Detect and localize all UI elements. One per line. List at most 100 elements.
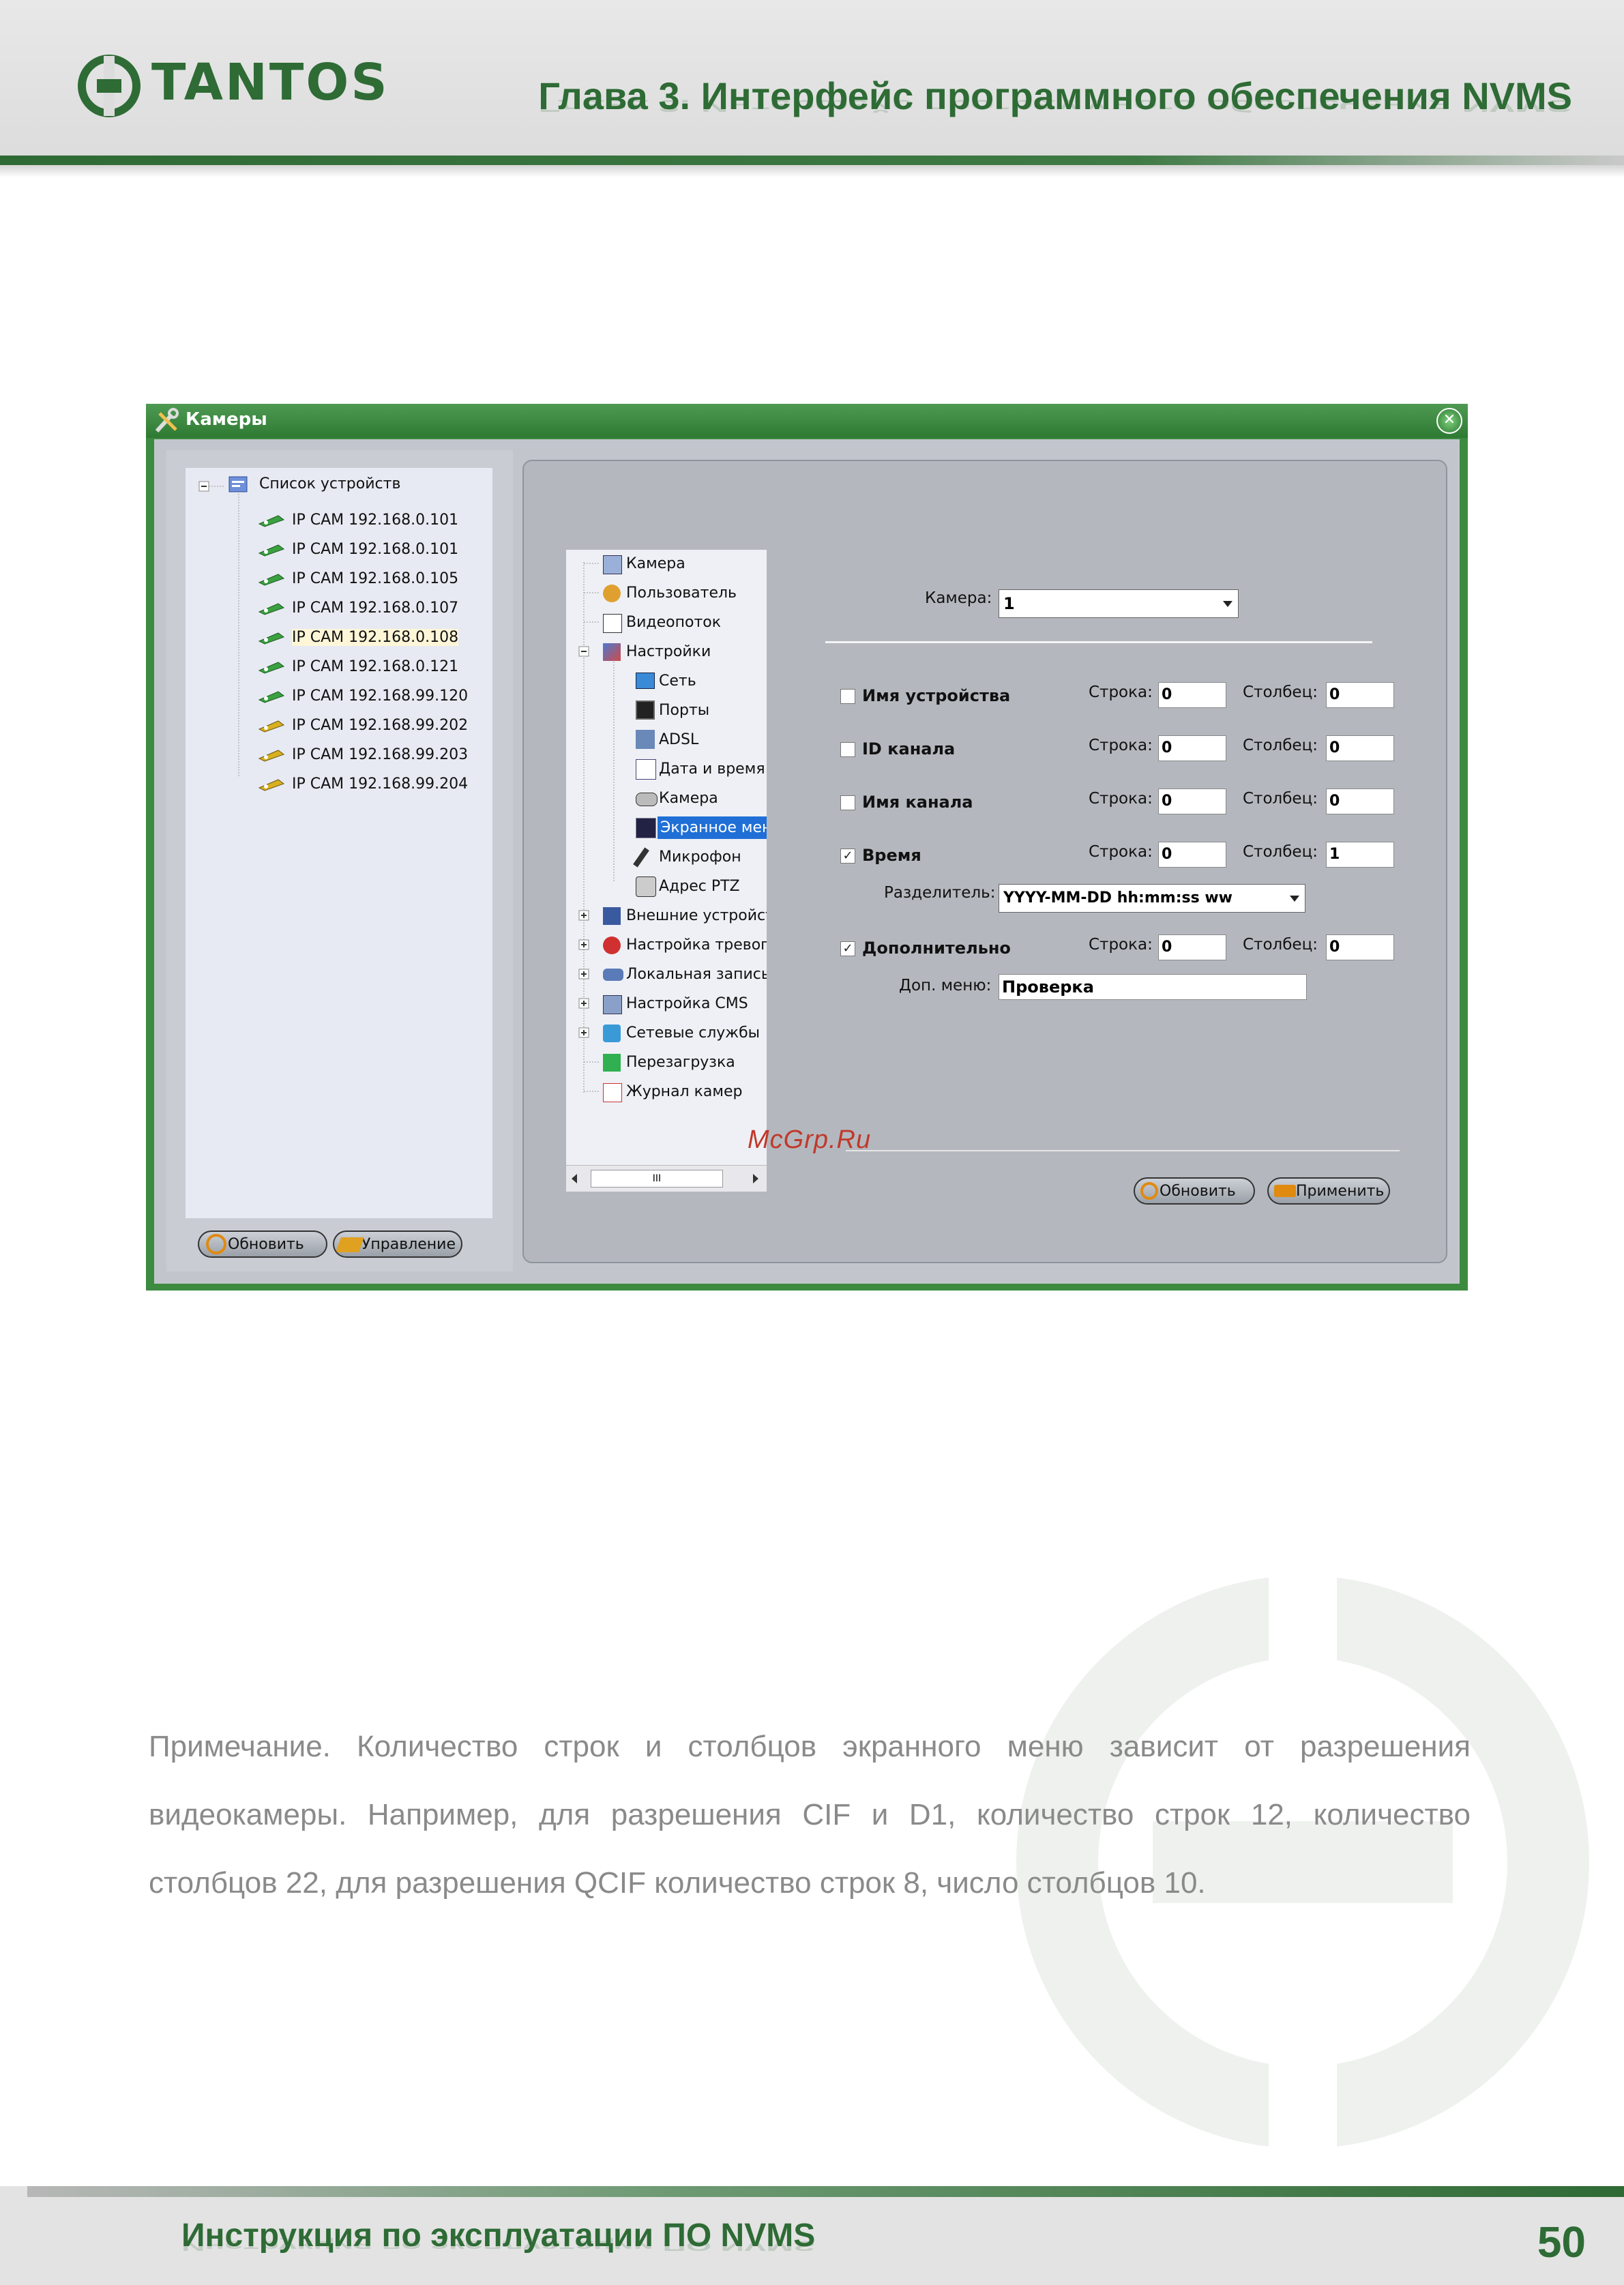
extra-checkbox[interactable]: ✓ bbox=[840, 941, 855, 956]
extra-label: Дополнительно bbox=[862, 939, 1011, 958]
alarm-icon bbox=[603, 937, 621, 954]
device-label: IP CAM 192.168.99.120 bbox=[292, 688, 469, 705]
tree-item-stream[interactable]: Видеопоток bbox=[603, 608, 767, 636]
device-label: IP CAM 192.168.0.105 bbox=[292, 570, 459, 587]
device-label: IP CAM 192.168.0.101 bbox=[292, 541, 459, 558]
device-item[interactable]: IP CAM 192.168.0.107 bbox=[239, 594, 498, 621]
device-name-checkbox[interactable] bbox=[840, 689, 855, 704]
note-line-1: Примечание. Количество строк и столбцов … bbox=[149, 1730, 1471, 1763]
channel-name-col-label: Столбец: bbox=[1243, 790, 1318, 808]
camera-icon bbox=[636, 793, 658, 806]
settings-tree-scrollbar[interactable]: III bbox=[566, 1165, 767, 1192]
tree-item-user[interactable]: Пользователь bbox=[603, 579, 767, 606]
channel-name-checkbox[interactable] bbox=[840, 795, 855, 810]
separator-select[interactable]: YYYY-MM-DD hh:mm:ss ww bbox=[999, 884, 1305, 913]
device-manage-label: Управление bbox=[361, 1236, 456, 1253]
tree-item-alarms[interactable]: Настройка тревог bbox=[603, 931, 767, 958]
log-icon bbox=[603, 1083, 622, 1102]
tree-item-network[interactable]: Сеть bbox=[636, 667, 767, 694]
refresh-icon bbox=[1140, 1182, 1158, 1200]
device-item[interactable]: IP CAM 192.168.0.105 bbox=[239, 565, 498, 592]
tree-item-osd-label: Экранное меню bbox=[658, 816, 767, 839]
user-icon bbox=[603, 585, 621, 602]
tree-item-settings[interactable]: Настройки bbox=[603, 638, 767, 665]
tree-item-datetime[interactable]: Дата и время bbox=[636, 755, 767, 782]
scroll-left-icon[interactable] bbox=[572, 1174, 577, 1183]
channel-name-col-input[interactable]: 0 bbox=[1326, 788, 1394, 814]
form-divider-top bbox=[825, 641, 1372, 643]
device-label: IP CAM 192.168.0.101 bbox=[292, 512, 459, 529]
form-apply-button[interactable]: Применить bbox=[1267, 1177, 1390, 1205]
device-name-row-label: Строка: bbox=[1089, 683, 1153, 701]
extra-row-input[interactable]: 0 bbox=[1158, 934, 1226, 960]
tree-item-net-services[interactable]: Сетевые службы bbox=[603, 1019, 767, 1046]
camera-select[interactable]: 1 bbox=[999, 589, 1239, 618]
ip-camera-icon bbox=[258, 632, 285, 645]
device-item[interactable]: IP CAM 192.168.99.120 bbox=[239, 682, 498, 709]
ip-camera-icon bbox=[258, 544, 285, 557]
channel-id-checkbox[interactable] bbox=[840, 742, 855, 757]
time-checkbox[interactable]: ✓ bbox=[840, 849, 855, 864]
scroll-right-icon[interactable] bbox=[753, 1174, 758, 1183]
close-icon[interactable]: ✕ bbox=[1436, 408, 1462, 434]
tree-item-reboot[interactable]: Перезагрузка bbox=[603, 1048, 767, 1076]
chapter-title-reflection: Глава 3. Интерфейс программного обеспече… bbox=[538, 96, 1572, 116]
channel-id-col-label: Столбец: bbox=[1243, 737, 1318, 754]
extra-col-label: Столбец: bbox=[1243, 936, 1318, 954]
device-item[interactable]: IP CAM 192.168.99.204 bbox=[239, 770, 498, 797]
device-item[interactable]: IP CAM 192.168.0.121 bbox=[239, 653, 498, 680]
settings-icon bbox=[603, 643, 621, 661]
extra-col-input[interactable]: 0 bbox=[1326, 934, 1394, 960]
time-col-label: Столбец: bbox=[1243, 843, 1318, 861]
device-item[interactable]: IP CAM 192.168.0.101 bbox=[239, 535, 498, 563]
network-icon bbox=[636, 673, 655, 689]
scroll-thumb[interactable]: III bbox=[591, 1170, 723, 1188]
form-divider-bottom bbox=[846, 1150, 1400, 1151]
tree-item-microphone[interactable]: Микрофон bbox=[633, 843, 767, 870]
device-item[interactable]: IP CAM 192.168.0.108 bbox=[239, 623, 498, 651]
device-manage-button[interactable]: Управление bbox=[333, 1230, 462, 1258]
window-titlebar[interactable] bbox=[146, 404, 1468, 438]
header-shadow bbox=[0, 165, 1624, 177]
time-col-input[interactable]: 1 bbox=[1326, 842, 1394, 868]
settings-tree-items: Камера Пользователь Видеопоток Настройки… bbox=[566, 550, 767, 1164]
channel-id-row-input[interactable]: 0 bbox=[1158, 735, 1226, 761]
header-divider bbox=[0, 156, 1624, 165]
ptz-icon bbox=[636, 876, 656, 897]
form-refresh-button[interactable]: Обновить bbox=[1134, 1177, 1255, 1205]
network-services-icon bbox=[603, 1024, 621, 1042]
note-line-2: видеокамеры. Например, для разрешения CI… bbox=[149, 1798, 1471, 1831]
device-name-col-input[interactable]: 0 bbox=[1326, 682, 1394, 708]
apply-icon bbox=[1274, 1185, 1296, 1197]
camera-select-label: Камера: bbox=[925, 589, 992, 607]
footer-divider bbox=[27, 2186, 1624, 2197]
extra-menu-input[interactable]: Проверка bbox=[999, 974, 1307, 1000]
camera-settings-icon bbox=[603, 555, 622, 574]
device-tree-root[interactable]: Список устройств bbox=[259, 475, 400, 492]
time-row-input[interactable]: 0 bbox=[1158, 842, 1226, 868]
ip-camera-offline-icon bbox=[258, 720, 285, 733]
tree-item-camera[interactable]: Камера bbox=[603, 550, 767, 577]
device-refresh-button[interactable]: Обновить bbox=[198, 1230, 327, 1258]
tree-item-local-record[interactable]: Локальная запись bbox=[603, 960, 767, 988]
channel-id-col-input[interactable]: 0 bbox=[1326, 735, 1394, 761]
extra-menu-label: Доп. меню: bbox=[899, 977, 992, 994]
channel-name-row-input[interactable]: 0 bbox=[1158, 788, 1226, 814]
form-apply-label: Применить bbox=[1296, 1183, 1385, 1200]
tree-item-cms[interactable]: Настройка CMS bbox=[603, 990, 767, 1017]
device-item[interactable]: IP CAM 192.168.99.203 bbox=[239, 741, 498, 768]
tree-item-camera-log[interactable]: Журнал камер bbox=[603, 1078, 767, 1105]
tree-item-ptz[interactable]: Адрес PTZ bbox=[636, 872, 767, 900]
device-item[interactable]: IP CAM 192.168.0.101 bbox=[239, 506, 498, 533]
tree-item-osd[interactable]: Экранное меню bbox=[636, 814, 767, 841]
device-label: IP CAM 192.168.99.203 bbox=[292, 746, 469, 763]
tree-item-external[interactable]: Внешние устройства bbox=[603, 902, 767, 929]
tree-item-camera-sub[interactable]: Камера bbox=[636, 784, 767, 812]
ports-icon bbox=[636, 701, 655, 720]
device-name-row-input[interactable]: 0 bbox=[1158, 682, 1226, 708]
device-item[interactable]: IP CAM 192.168.99.202 bbox=[239, 711, 498, 739]
tree-item-ports[interactable]: Порты bbox=[636, 696, 767, 724]
page-number: 50 bbox=[1537, 2217, 1586, 2267]
tree-item-adsl[interactable]: ADSL bbox=[636, 726, 767, 753]
watermark-text: McGrp.Ru bbox=[748, 1125, 872, 1154]
